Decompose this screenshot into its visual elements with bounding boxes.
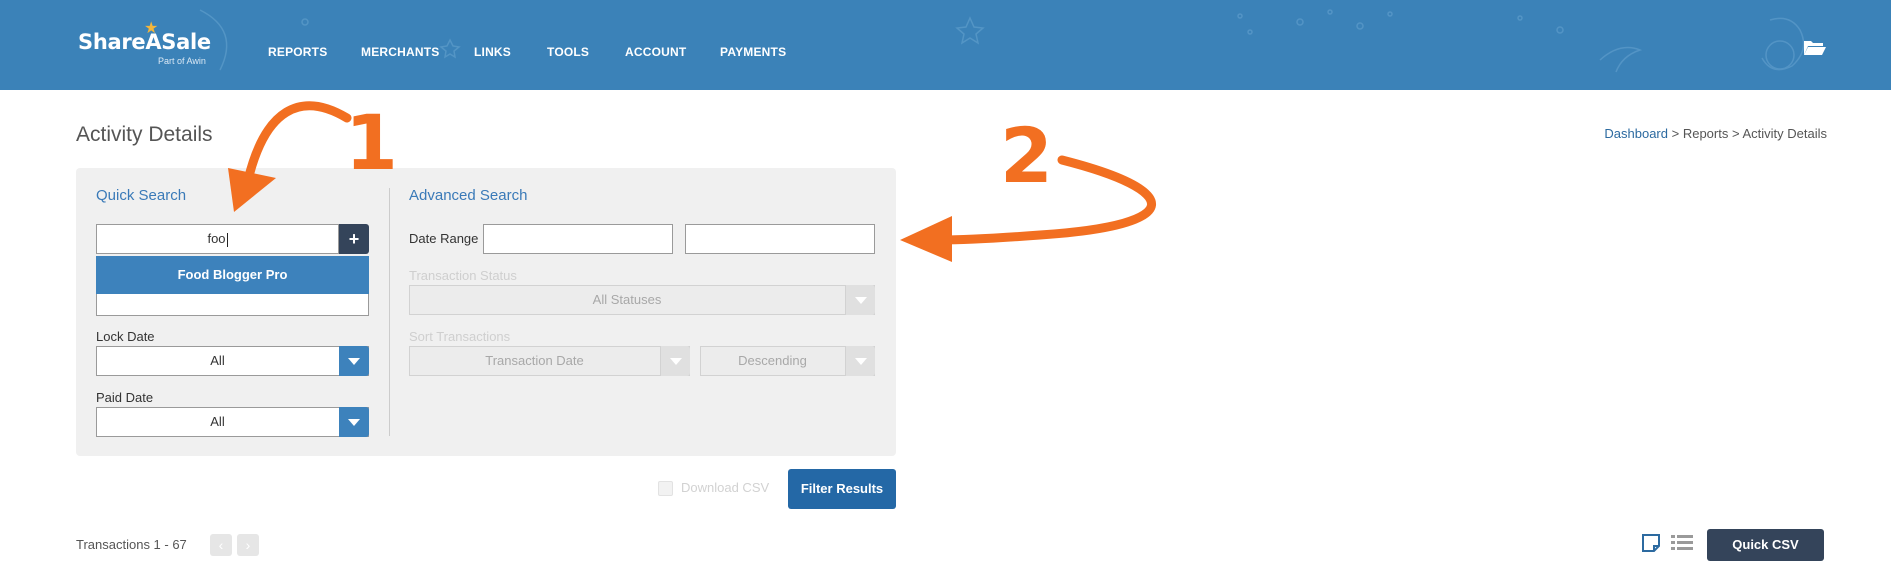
- page-title: Activity Details: [76, 123, 213, 146]
- transaction-status-value: All Statuses: [592, 292, 662, 307]
- sort-transactions-label: Sort Transactions: [409, 329, 511, 344]
- panel-divider: [389, 188, 390, 436]
- chevron-down-icon[interactable]: [845, 346, 875, 376]
- autocomplete-suggestion[interactable]: Food Blogger Pro: [96, 256, 369, 294]
- annotation-arrowhead-2: [900, 216, 952, 262]
- sort-order-select[interactable]: Descending: [700, 346, 875, 376]
- paid-date-label: Paid Date: [96, 390, 154, 405]
- advanced-search-title: Advanced Search: [409, 187, 528, 204]
- transaction-status-select[interactable]: All Statuses: [409, 285, 875, 315]
- breadcrumb-separator: >: [1668, 126, 1683, 141]
- lock-date-value: All: [210, 353, 225, 368]
- chevron-down-icon[interactable]: [339, 346, 369, 376]
- chevron-down-icon[interactable]: [845, 285, 875, 315]
- chevron-left-icon[interactable]: ‹: [210, 534, 232, 556]
- chevron-right-icon[interactable]: ›: [237, 534, 259, 556]
- nav-links[interactable]: LINKS: [474, 45, 511, 59]
- quick-csv-button[interactable]: Quick CSV: [1707, 529, 1824, 561]
- filter-panel: Quick Search foo + Food Blogger Pro Lock…: [76, 168, 896, 456]
- quick-search-title: Quick Search: [96, 187, 187, 204]
- chevron-down-icon[interactable]: [660, 346, 690, 376]
- breadcrumb-separator: >: [1728, 126, 1743, 141]
- shareasale-logo[interactable]: ★ ShareASale Part of Awin: [78, 20, 211, 66]
- breadcrumb-dashboard-link[interactable]: Dashboard: [1604, 126, 1668, 141]
- search-input-value: foo: [207, 231, 226, 246]
- add-search-button[interactable]: +: [339, 224, 369, 254]
- autocomplete-dropdown-footer: [96, 294, 369, 316]
- paid-date-select[interactable]: All: [96, 407, 369, 437]
- download-csv-checkbox[interactable]: [658, 481, 673, 496]
- note-view-icon[interactable]: [1641, 533, 1661, 553]
- transaction-status-label: Transaction Status: [409, 268, 517, 283]
- folder-icon[interactable]: [1803, 39, 1827, 56]
- annotation-number-1: 1: [345, 98, 398, 187]
- date-range-start-input[interactable]: [483, 224, 673, 254]
- date-range-label: Date Range: [409, 231, 479, 246]
- top-header: ★ ShareASale Part of Awin REPORTS MERCHA…: [0, 0, 1891, 90]
- nav-payments[interactable]: PAYMENTS: [720, 45, 786, 59]
- page: ★ ShareASale Part of Awin REPORTS MERCHA…: [0, 0, 1891, 577]
- logo-subtitle: Part of Awin: [158, 56, 206, 66]
- date-range-end-input[interactable]: [685, 224, 875, 254]
- transactions-count: Transactions 1 - 67: [76, 537, 187, 552]
- paid-date-value: All: [210, 414, 225, 429]
- sort-field-select[interactable]: Transaction Date: [409, 346, 690, 376]
- lock-date-label: Lock Date: [96, 329, 155, 344]
- chevron-down-icon[interactable]: [339, 407, 369, 437]
- sort-order-value: Descending: [738, 353, 807, 368]
- annotation-number-2: 2: [1000, 111, 1053, 200]
- logo-star-icon: ★: [144, 20, 159, 37]
- filter-results-button[interactable]: Filter Results: [788, 469, 896, 509]
- breadcrumb-current: Activity Details: [1742, 126, 1827, 141]
- quick-search-input[interactable]: foo: [96, 224, 339, 254]
- nav-merchants[interactable]: MERCHANTS: [361, 45, 439, 59]
- breadcrumb-reports: Reports: [1682, 126, 1729, 141]
- text-cursor: [226, 232, 228, 247]
- nav-account[interactable]: ACCOUNT: [625, 45, 686, 59]
- lock-date-select[interactable]: All: [96, 346, 369, 376]
- download-csv-label: Download CSV: [681, 480, 770, 495]
- sort-field-value: Transaction Date: [485, 353, 584, 368]
- nav-reports[interactable]: REPORTS: [268, 45, 327, 59]
- nav-tools[interactable]: TOOLS: [547, 45, 589, 59]
- breadcrumb: Dashboard > Reports > Activity Details: [1604, 126, 1827, 141]
- list-view-icon[interactable]: [1671, 534, 1693, 552]
